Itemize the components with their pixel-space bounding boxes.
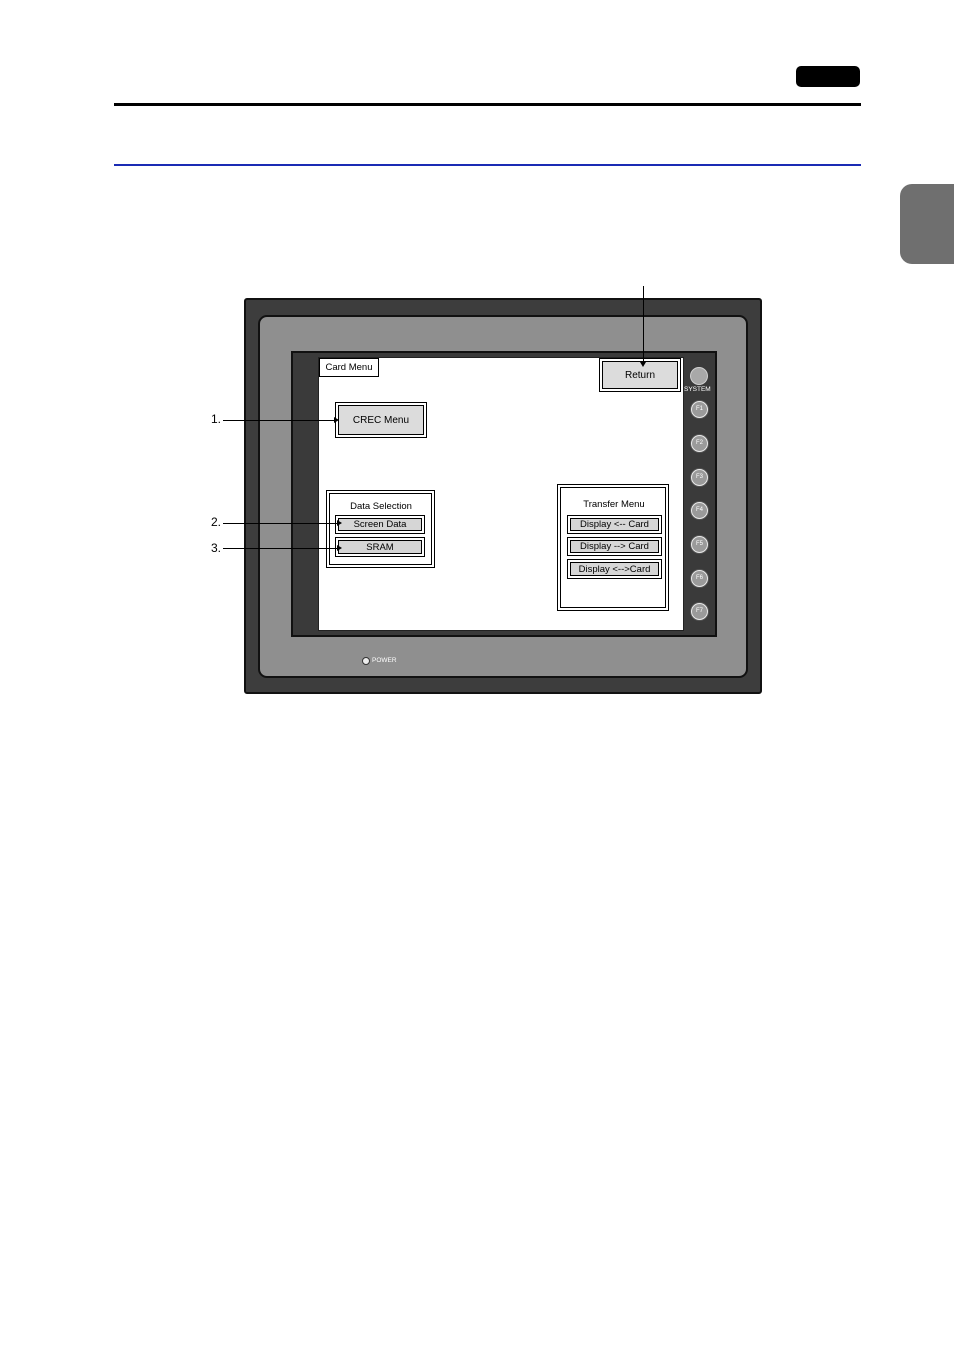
transfer-menu-title: Transfer Menu	[583, 499, 645, 510]
f2-key[interactable]: F2	[691, 435, 708, 452]
header-rule	[114, 103, 861, 106]
display-compare-card-label: Display <-->Card	[570, 562, 659, 576]
screen-data-label: Screen Data	[338, 518, 422, 531]
sram-label: SRAM	[338, 540, 422, 554]
f5-key[interactable]: F5	[691, 536, 708, 553]
power-led-icon	[362, 657, 370, 665]
callout-1-arrow-icon	[334, 417, 339, 423]
crec-menu-button[interactable]: CREC Menu	[335, 402, 427, 438]
data-selection-title: Data Selection	[350, 501, 412, 512]
callout-2: 2.	[211, 515, 222, 529]
system-key-label: SYSTEM	[684, 386, 711, 393]
callout-3: 3.	[211, 541, 222, 555]
screen-data-button[interactable]: Screen Data	[335, 515, 425, 534]
display-from-card-label: Display <-- Card	[570, 518, 659, 531]
f3-key[interactable]: F3	[691, 469, 708, 486]
f4-key[interactable]: F4	[691, 502, 708, 519]
chapter-tab	[900, 184, 954, 264]
f7-key[interactable]: F7	[691, 603, 708, 620]
f6-key[interactable]: F6	[691, 570, 708, 587]
return-callout-leader	[643, 286, 644, 365]
display-to-card-button[interactable]: Display --> Card	[567, 537, 662, 556]
page-number-badge	[796, 66, 860, 87]
system-key[interactable]	[690, 367, 708, 385]
power-label: POWER	[372, 657, 397, 664]
crec-menu-button-label: CREC Menu	[338, 405, 424, 435]
display-compare-card-button[interactable]: Display <-->Card	[567, 559, 662, 579]
section-rule	[114, 164, 861, 166]
callout-1-leader	[223, 420, 336, 421]
callout-1: 1.	[211, 412, 222, 426]
callout-2-leader	[223, 523, 340, 524]
callout-2-arrow-icon	[337, 520, 342, 526]
sram-button[interactable]: SRAM	[335, 537, 425, 557]
display-to-card-label: Display --> Card	[570, 540, 659, 553]
f1-key[interactable]: F1	[691, 401, 708, 418]
card-menu-title: Card Menu	[319, 358, 379, 377]
return-callout-arrow-icon	[640, 362, 646, 367]
callout-3-leader	[223, 548, 340, 549]
callout-3-arrow-icon	[337, 545, 342, 551]
display-from-card-button[interactable]: Display <-- Card	[567, 515, 662, 534]
